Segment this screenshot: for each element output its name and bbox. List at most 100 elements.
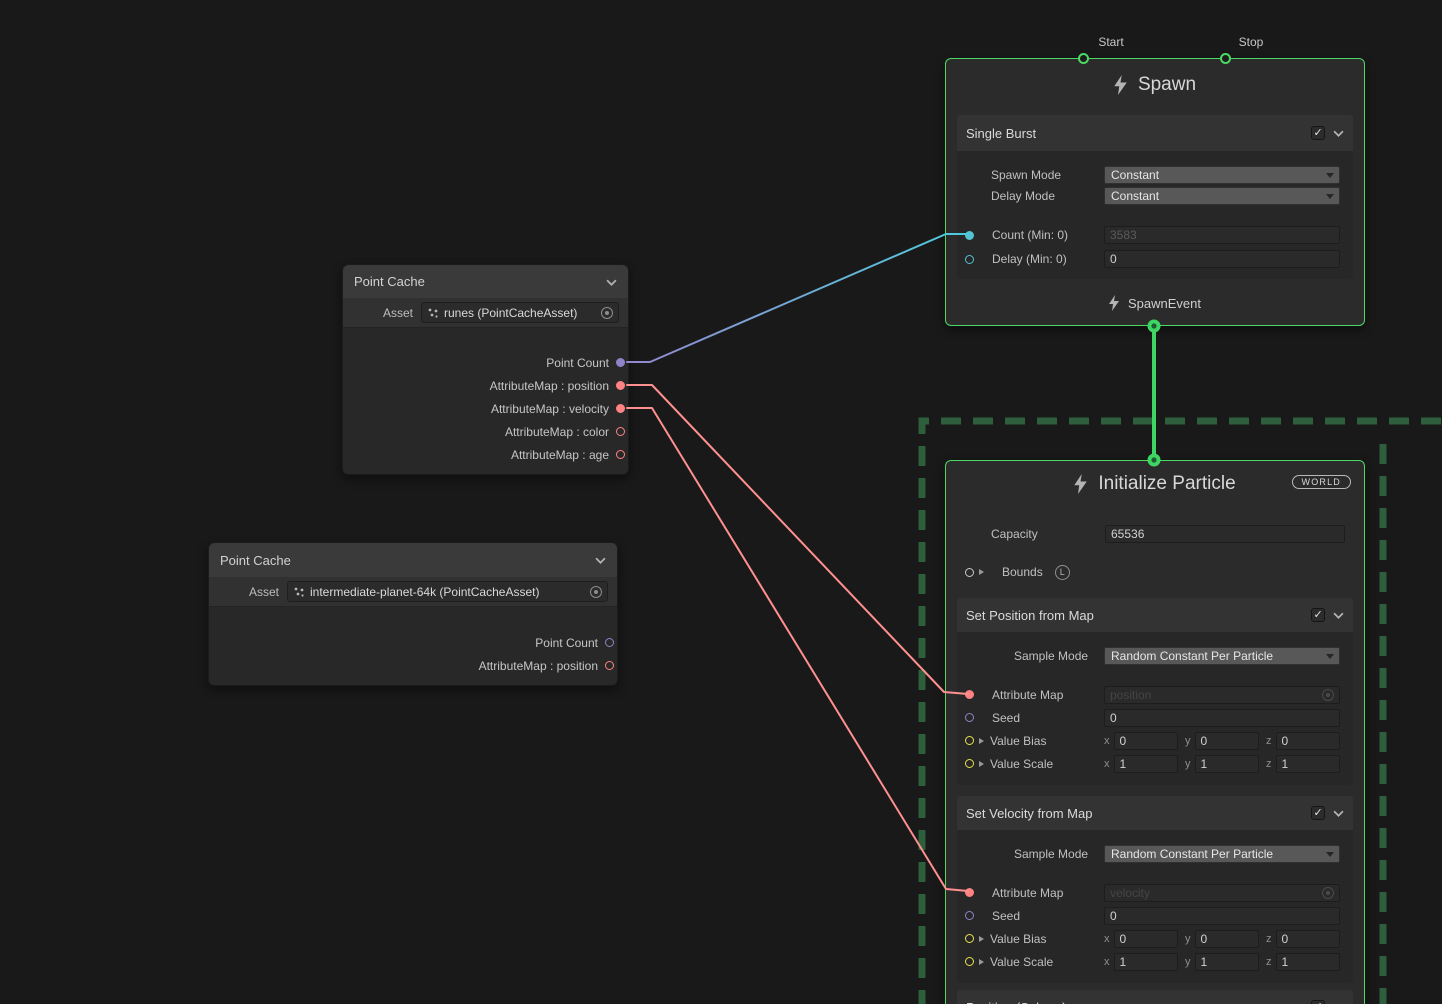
asset-label: Asset xyxy=(221,585,279,599)
asset-label: Asset xyxy=(355,306,413,320)
count-field[interactable] xyxy=(1104,226,1340,244)
axis-y-label: y xyxy=(1185,758,1191,770)
block-header[interactable]: Set Position from Map xyxy=(957,598,1353,632)
block-header[interactable]: Position (Sphere) xyxy=(957,990,1353,1004)
single-burst-block[interactable]: Single Burst Spawn Mode Constant Delay M… xyxy=(957,115,1353,279)
sample-mode-dropdown[interactable]: Random Constant Per Particle xyxy=(1104,647,1340,665)
vector3-field: x y z xyxy=(1104,930,1340,948)
value-scale-y-field[interactable] xyxy=(1195,755,1260,773)
space-toggle-badge[interactable]: WORLD xyxy=(1292,475,1352,489)
attribute-map-field[interactable]: velocity xyxy=(1104,884,1340,902)
attribute-map-input-port[interactable] xyxy=(965,690,974,699)
delay-mode-dropdown[interactable]: Constant xyxy=(1104,187,1340,205)
object-picker-icon[interactable] xyxy=(601,307,613,319)
port-point-count-output[interactable] xyxy=(605,638,614,647)
point-cache-node-runes[interactable]: Point Cache Asset runes (PointCacheAsset… xyxy=(342,264,629,475)
attribute-map-field[interactable]: position xyxy=(1104,686,1340,704)
seed-field[interactable] xyxy=(1104,709,1340,727)
vfx-graph-canvas[interactable]: Point Cache Asset runes (PointCacheAsset… xyxy=(0,0,1442,1004)
position-sphere-block[interactable]: Position (Sphere) xyxy=(957,990,1353,1004)
start-flow-port[interactable] xyxy=(1078,53,1089,64)
port-attributemap-position-output[interactable] xyxy=(605,661,614,670)
block-header[interactable]: Set Velocity from Map xyxy=(957,796,1353,830)
count-label: Count (Min: 0) xyxy=(992,228,1068,242)
count-input-port[interactable] xyxy=(965,231,974,240)
chevron-down-icon[interactable] xyxy=(1333,804,1344,822)
value-bias-input-port[interactable] xyxy=(965,736,974,745)
set-velocity-from-map-block[interactable]: Set Velocity from Map Sample Mode Random… xyxy=(957,796,1353,983)
port-attributemap-color-output[interactable] xyxy=(616,427,625,436)
value-bias-y-field[interactable] xyxy=(1195,930,1260,948)
output-row: AttributeMap : age xyxy=(343,443,628,466)
block-enabled-checkbox[interactable] xyxy=(1311,608,1325,622)
value-scale-z-field[interactable] xyxy=(1276,953,1341,971)
seed-input-port[interactable] xyxy=(965,713,974,722)
bounds-link-icon[interactable]: L xyxy=(1055,565,1070,580)
value-scale-x-field[interactable] xyxy=(1114,755,1179,773)
output-label: Point Count xyxy=(535,636,598,650)
setting-row: Sample Mode Random Constant Per Particle xyxy=(957,646,1353,666)
stop-flow-port[interactable] xyxy=(1220,53,1231,64)
value-bias-x-field[interactable] xyxy=(1114,732,1179,750)
delay-input-port[interactable] xyxy=(965,255,974,264)
setting-row: Delay Mode Constant xyxy=(957,185,1353,206)
value-bias-input-port[interactable] xyxy=(965,934,974,943)
block-enabled-checkbox[interactable] xyxy=(1311,126,1325,140)
delay-field[interactable] xyxy=(1104,250,1340,268)
port-point-count-output[interactable] xyxy=(616,358,625,367)
expand-arrow-icon[interactable] xyxy=(979,936,984,942)
sample-mode-dropdown[interactable]: Random Constant Per Particle xyxy=(1104,845,1340,863)
chevron-down-icon[interactable] xyxy=(1333,606,1344,624)
axis-z-label: z xyxy=(1266,735,1272,747)
expand-arrow-icon[interactable] xyxy=(979,738,984,744)
node-header[interactable]: Point Cache xyxy=(209,543,617,577)
object-picker-icon[interactable] xyxy=(590,586,602,598)
block-header[interactable]: Single Burst xyxy=(957,115,1353,151)
block-enabled-checkbox[interactable] xyxy=(1311,1000,1325,1004)
spawn-mode-dropdown[interactable]: Constant xyxy=(1104,166,1340,184)
bounds-input-port[interactable] xyxy=(965,568,974,577)
asset-object-field[interactable]: runes (PointCacheAsset) xyxy=(421,302,619,323)
chevron-down-icon[interactable] xyxy=(1333,998,1344,1004)
chevron-down-icon[interactable] xyxy=(606,273,617,291)
output-label: Point Count xyxy=(546,356,609,370)
output-row: Point Count xyxy=(209,631,617,654)
chevron-down-icon[interactable] xyxy=(1333,124,1344,142)
expand-arrow-icon[interactable] xyxy=(979,959,984,965)
expand-arrow-icon[interactable] xyxy=(979,569,984,575)
expand-arrow-icon[interactable] xyxy=(979,761,984,767)
set-position-from-map-block[interactable]: Set Position from Map Sample Mode Random… xyxy=(957,598,1353,785)
value-bias-x-field[interactable] xyxy=(1114,930,1179,948)
value-bias-label: Value Bias xyxy=(990,932,1046,946)
port-attributemap-velocity-output[interactable] xyxy=(616,404,625,413)
value-scale-input-port[interactable] xyxy=(965,957,974,966)
object-picker-icon[interactable] xyxy=(1322,689,1334,701)
spawn-event-output[interactable]: SpawnEvent xyxy=(946,279,1364,327)
value-scale-y-field[interactable] xyxy=(1195,953,1260,971)
value-scale-x-field[interactable] xyxy=(1114,953,1179,971)
port-attributemap-age-output[interactable] xyxy=(616,450,625,459)
node-title: Point Cache xyxy=(220,553,595,568)
seed-input-port[interactable] xyxy=(965,911,974,920)
value-scale-input-port[interactable] xyxy=(965,759,974,768)
object-picker-icon[interactable] xyxy=(1322,887,1334,899)
asset-object-field[interactable]: intermediate-planet-64k (PointCacheAsset… xyxy=(287,581,608,602)
node-header[interactable]: Point Cache xyxy=(343,265,628,298)
value-scale-z-field[interactable] xyxy=(1276,755,1341,773)
block-enabled-checkbox[interactable] xyxy=(1311,806,1325,820)
chevron-down-icon[interactable] xyxy=(595,551,606,569)
port-attributemap-position-output[interactable] xyxy=(616,381,625,390)
value-bias-z-field[interactable] xyxy=(1276,930,1341,948)
value-bias-z-field[interactable] xyxy=(1276,732,1341,750)
spawn-context-node[interactable]: Start Stop Spawn Single Burst Spawn Mode… xyxy=(945,58,1365,326)
attribute-map-input-port[interactable] xyxy=(965,888,974,897)
capacity-field[interactable] xyxy=(1105,525,1345,543)
output-label: AttributeMap : age xyxy=(511,448,609,462)
node-title-bar[interactable]: Initialize Particle WORLD xyxy=(946,461,1364,507)
initialize-particle-context-node[interactable]: Initialize Particle WORLD Capacity Bound… xyxy=(945,460,1365,1004)
point-cache-node-planet[interactable]: Point Cache Asset intermediate-planet-64… xyxy=(208,542,618,686)
seed-field[interactable] xyxy=(1104,907,1340,925)
value-bias-y-field[interactable] xyxy=(1195,732,1260,750)
node-title-bar[interactable]: Spawn xyxy=(946,59,1364,111)
property-row: Attribute Map position xyxy=(957,683,1353,706)
